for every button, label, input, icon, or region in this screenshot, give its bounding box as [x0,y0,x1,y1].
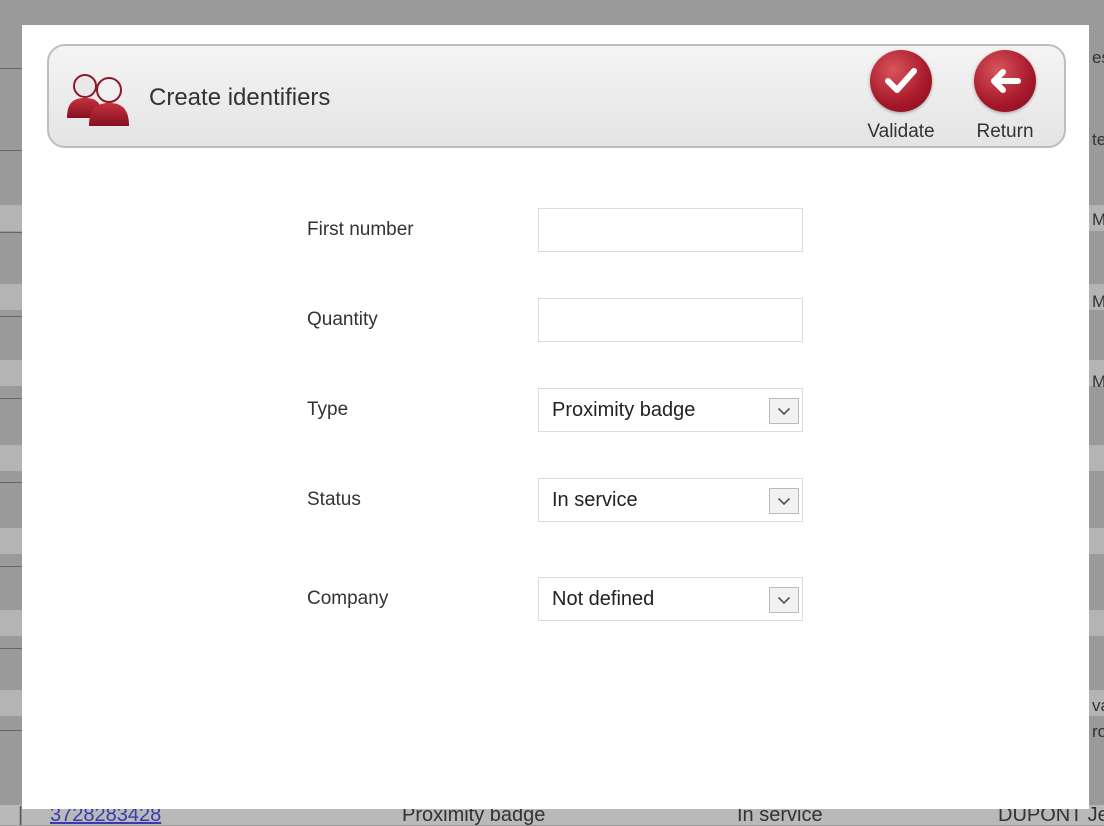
arrow-left-icon [974,50,1036,112]
chevron-down-icon[interactable] [769,488,799,514]
quantity-row: Quantity [22,298,1089,342]
status-row: Status In service [22,478,1089,522]
type-label: Type [307,399,349,420]
bg-cell-fragment: te [1092,130,1104,149]
type-row: Type Proximity badge [22,388,1089,432]
bg-divider [0,232,24,233]
type-select[interactable]: Proximity badge [538,388,803,432]
bg-divider [0,566,24,567]
bg-cell-fragment: va [1092,696,1104,715]
company-select[interactable]: Not defined [538,577,803,621]
first-number-label: First number [307,219,414,240]
bg-cell-fragment: Mo [1092,372,1104,391]
chevron-down-icon[interactable] [769,587,799,613]
bg-cell-fragment: Mo [1092,292,1104,311]
company-row: Company Not defined [22,577,1089,621]
first-number-row: First number [22,208,1089,252]
quantity-label: Quantity [307,309,378,330]
create-identifiers-dialog: Create identifiers Validate Return First… [22,25,1089,809]
checkmark-icon [870,50,932,112]
bg-divider [0,316,24,317]
bg-cell-fragment: es [1092,48,1104,67]
dialog-header: Create identifiers Validate Return [47,44,1066,148]
users-icon [67,74,129,126]
dialog-title: Create identifiers [149,84,331,111]
status-select[interactable]: In service [538,478,803,522]
status-select-value: In service [552,489,638,511]
bg-divider [0,730,24,731]
bg-cell-fragment: ro [1092,722,1104,741]
company-select-value: Not defined [552,588,655,610]
bg-divider [0,482,24,483]
bg-divider [0,648,24,649]
company-label: Company [307,588,389,609]
validate-label: Validate [867,121,935,142]
return-button[interactable]: Return [965,50,1045,143]
quantity-input[interactable] [538,298,803,342]
return-label: Return [976,121,1034,142]
validate-button[interactable]: Validate [861,50,941,143]
bg-divider [0,150,24,151]
bg-cell-fragment: Mo [1092,210,1104,229]
chevron-down-icon[interactable] [769,398,799,424]
type-select-value: Proximity badge [552,399,696,421]
bg-divider [0,398,24,399]
bg-divider [0,68,24,69]
first-number-input[interactable] [538,208,803,252]
status-label: Status [307,489,361,510]
